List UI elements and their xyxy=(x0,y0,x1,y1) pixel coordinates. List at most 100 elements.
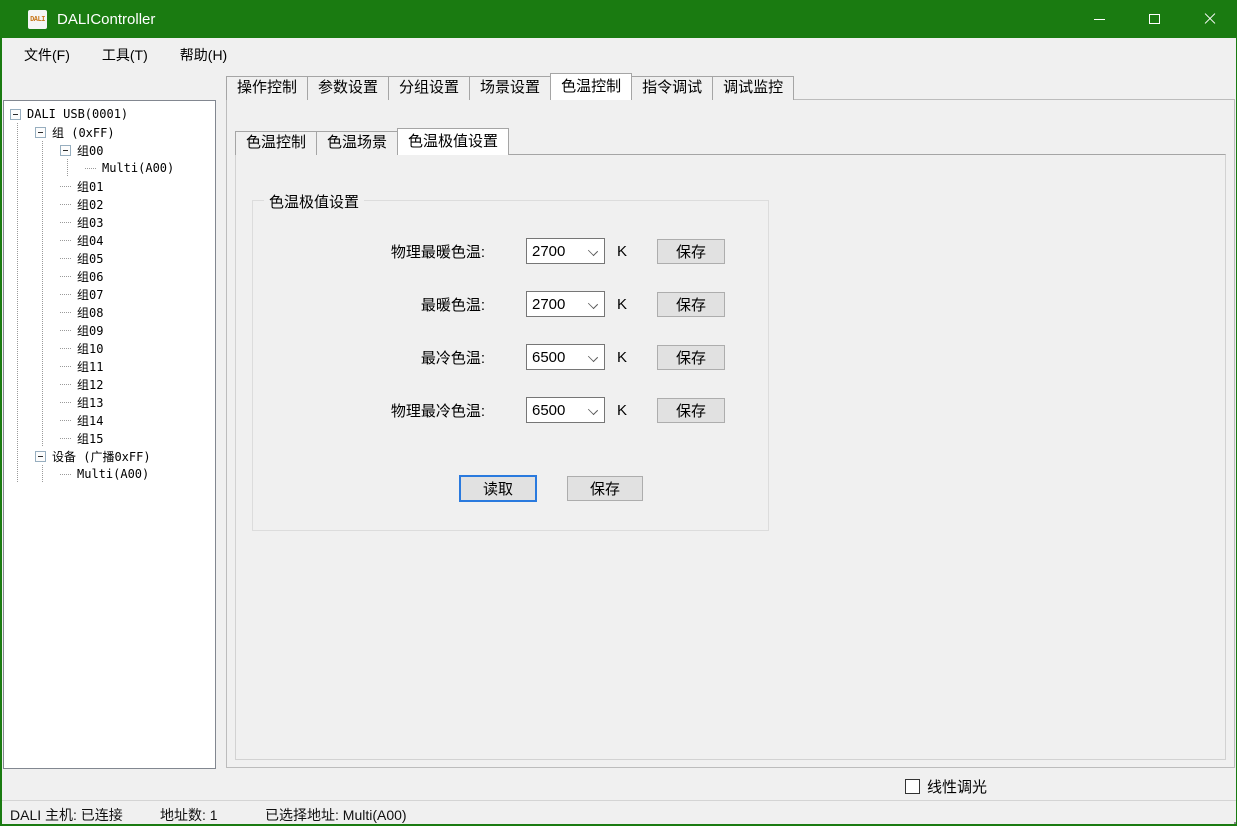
tab-参数设置[interactable]: 参数设置 xyxy=(307,76,389,100)
tree-leaf-dash xyxy=(60,321,77,339)
tree-leaf-dash xyxy=(60,213,77,231)
tab-场景设置[interactable]: 场景设置 xyxy=(469,76,551,100)
tree-leaf-dash xyxy=(60,429,77,447)
linear-dimming-option[interactable]: 线性调光 xyxy=(905,776,987,797)
tree-guide xyxy=(35,267,60,285)
unit-label: K xyxy=(617,296,635,313)
tab-调试监控[interactable]: 调试监控 xyxy=(712,76,794,100)
tree-item[interactable]: 组09 xyxy=(4,321,215,339)
tab-指令调试[interactable]: 指令调试 xyxy=(631,76,713,100)
collapse-icon[interactable] xyxy=(10,109,21,120)
tree-item[interactable]: 设备 (广播0xFF) xyxy=(4,447,215,465)
tree-item[interactable]: 组04 xyxy=(4,231,215,249)
tree-leaf-dash xyxy=(60,339,77,357)
tree-item-label: DALI USB(0001) xyxy=(27,107,128,121)
collapse-icon[interactable] xyxy=(35,127,46,138)
tree-leaf-dash xyxy=(60,411,77,429)
tree-item[interactable]: 组08 xyxy=(4,303,215,321)
tab-操作控制[interactable]: 操作控制 xyxy=(226,76,308,100)
tree-item[interactable]: 组00 xyxy=(4,141,215,159)
maximize-icon xyxy=(1149,14,1160,24)
tree-item-label: 组01 xyxy=(77,178,103,195)
tree-item-label: 组04 xyxy=(77,232,103,249)
linear-dimming-checkbox[interactable] xyxy=(905,779,920,794)
minimize-button[interactable] xyxy=(1072,0,1127,38)
cct-extremes-groupbox: 色温极值设置 物理最暖色温:2700K保存最暖色温:2700K保存最冷色温:65… xyxy=(252,200,769,531)
tree-guide xyxy=(10,339,35,357)
temperature-combobox[interactable]: 6500 xyxy=(526,397,605,423)
tree-item[interactable]: 组 (0xFF) xyxy=(4,123,215,141)
close-button[interactable] xyxy=(1182,0,1237,38)
save-button[interactable]: 保存 xyxy=(657,345,725,370)
read-button[interactable]: 读取 xyxy=(459,475,537,502)
temperature-combobox[interactable]: 2700 xyxy=(526,291,605,317)
tree-item[interactable]: 组07 xyxy=(4,285,215,303)
chevron-down-icon xyxy=(584,239,604,263)
temperature-combobox[interactable]: 6500 xyxy=(526,344,605,370)
tree-guide xyxy=(60,159,85,177)
tree-item[interactable]: 组03 xyxy=(4,213,215,231)
tree-item[interactable]: DALI USB(0001) xyxy=(4,105,215,123)
tree-item[interactable]: 组01 xyxy=(4,177,215,195)
tree-item[interactable]: 组10 xyxy=(4,339,215,357)
form-row: 物理最冷色温:6500K保存 xyxy=(253,397,725,423)
save-button[interactable]: 保存 xyxy=(657,398,725,423)
chevron-down-icon xyxy=(584,398,604,422)
tree-guide xyxy=(10,159,35,177)
menu-item-帮助(H)[interactable]: 帮助(H) xyxy=(172,41,235,69)
tree-item-label: 组12 xyxy=(77,376,103,393)
tree-guide xyxy=(10,267,35,285)
temperature-combobox[interactable]: 2700 xyxy=(526,238,605,264)
tree-leaf-dash xyxy=(60,177,77,195)
field-label: 最暖色温: xyxy=(253,294,485,315)
menu-item-文件(F)[interactable]: 文件(F) xyxy=(16,41,78,69)
statusbar: DALI 主机: 已连接 地址数: 1 已选择地址: Multi(A00) xyxy=(2,800,1236,824)
tab-分组设置[interactable]: 分组设置 xyxy=(388,76,470,100)
tab-色温控制[interactable]: 色温控制 xyxy=(550,73,632,100)
tree-guide xyxy=(10,141,35,159)
tree-item[interactable]: 组06 xyxy=(4,267,215,285)
save-button[interactable]: 保存 xyxy=(657,292,725,317)
checkbox-label: 线性调光 xyxy=(927,776,987,797)
tree-item[interactable]: 组14 xyxy=(4,411,215,429)
tree-item[interactable]: 组12 xyxy=(4,375,215,393)
footer-strip: 线性调光 xyxy=(2,770,1236,800)
chevron-down-icon xyxy=(584,345,604,369)
tree-item-label: 组06 xyxy=(77,268,103,285)
subtab-色温控制[interactable]: 色温控制 xyxy=(235,131,317,155)
tree-leaf-dash xyxy=(60,375,77,393)
subtab-色温场景[interactable]: 色温场景 xyxy=(316,131,398,155)
save-button[interactable]: 保存 xyxy=(657,239,725,264)
subtab-色温极值设置[interactable]: 色温极值设置 xyxy=(397,128,509,155)
tree-item[interactable]: Multi(A00) xyxy=(4,465,215,483)
tree-leaf-dash xyxy=(60,267,77,285)
tree-item[interactable]: 组05 xyxy=(4,249,215,267)
tree-leaf-dash xyxy=(60,303,77,321)
close-icon xyxy=(1203,12,1217,26)
tree-leaf-dash xyxy=(85,159,102,177)
collapse-icon[interactable] xyxy=(60,145,71,156)
tree-guide xyxy=(10,195,35,213)
tree-item[interactable]: 组02 xyxy=(4,195,215,213)
maximize-button[interactable] xyxy=(1127,0,1182,38)
tree-item[interactable]: 组13 xyxy=(4,393,215,411)
tree-leaf-dash xyxy=(60,357,77,375)
tree-item[interactable]: 组11 xyxy=(4,357,215,375)
tree-item[interactable]: Multi(A00) xyxy=(4,159,215,177)
minimize-icon xyxy=(1094,19,1105,20)
tree-item-label: 组03 xyxy=(77,214,103,231)
resize-grip-icon[interactable] xyxy=(1229,817,1231,819)
tree-guide xyxy=(10,249,35,267)
menu-item-工具(T)[interactable]: 工具(T) xyxy=(94,41,156,69)
save-all-button[interactable]: 保存 xyxy=(567,476,643,501)
tree-item-label: 组 (0xFF) xyxy=(52,124,115,141)
tree-guide xyxy=(35,303,60,321)
tree-guide xyxy=(35,357,60,375)
tree-item-label: 组11 xyxy=(77,358,103,375)
tree-leaf-dash xyxy=(60,465,77,483)
tree-item-label: 组00 xyxy=(77,142,103,159)
collapse-icon[interactable] xyxy=(35,451,46,462)
groupbox-title: 色温极值设置 xyxy=(264,191,364,212)
tree-guide xyxy=(10,303,35,321)
tree-item[interactable]: 组15 xyxy=(4,429,215,447)
